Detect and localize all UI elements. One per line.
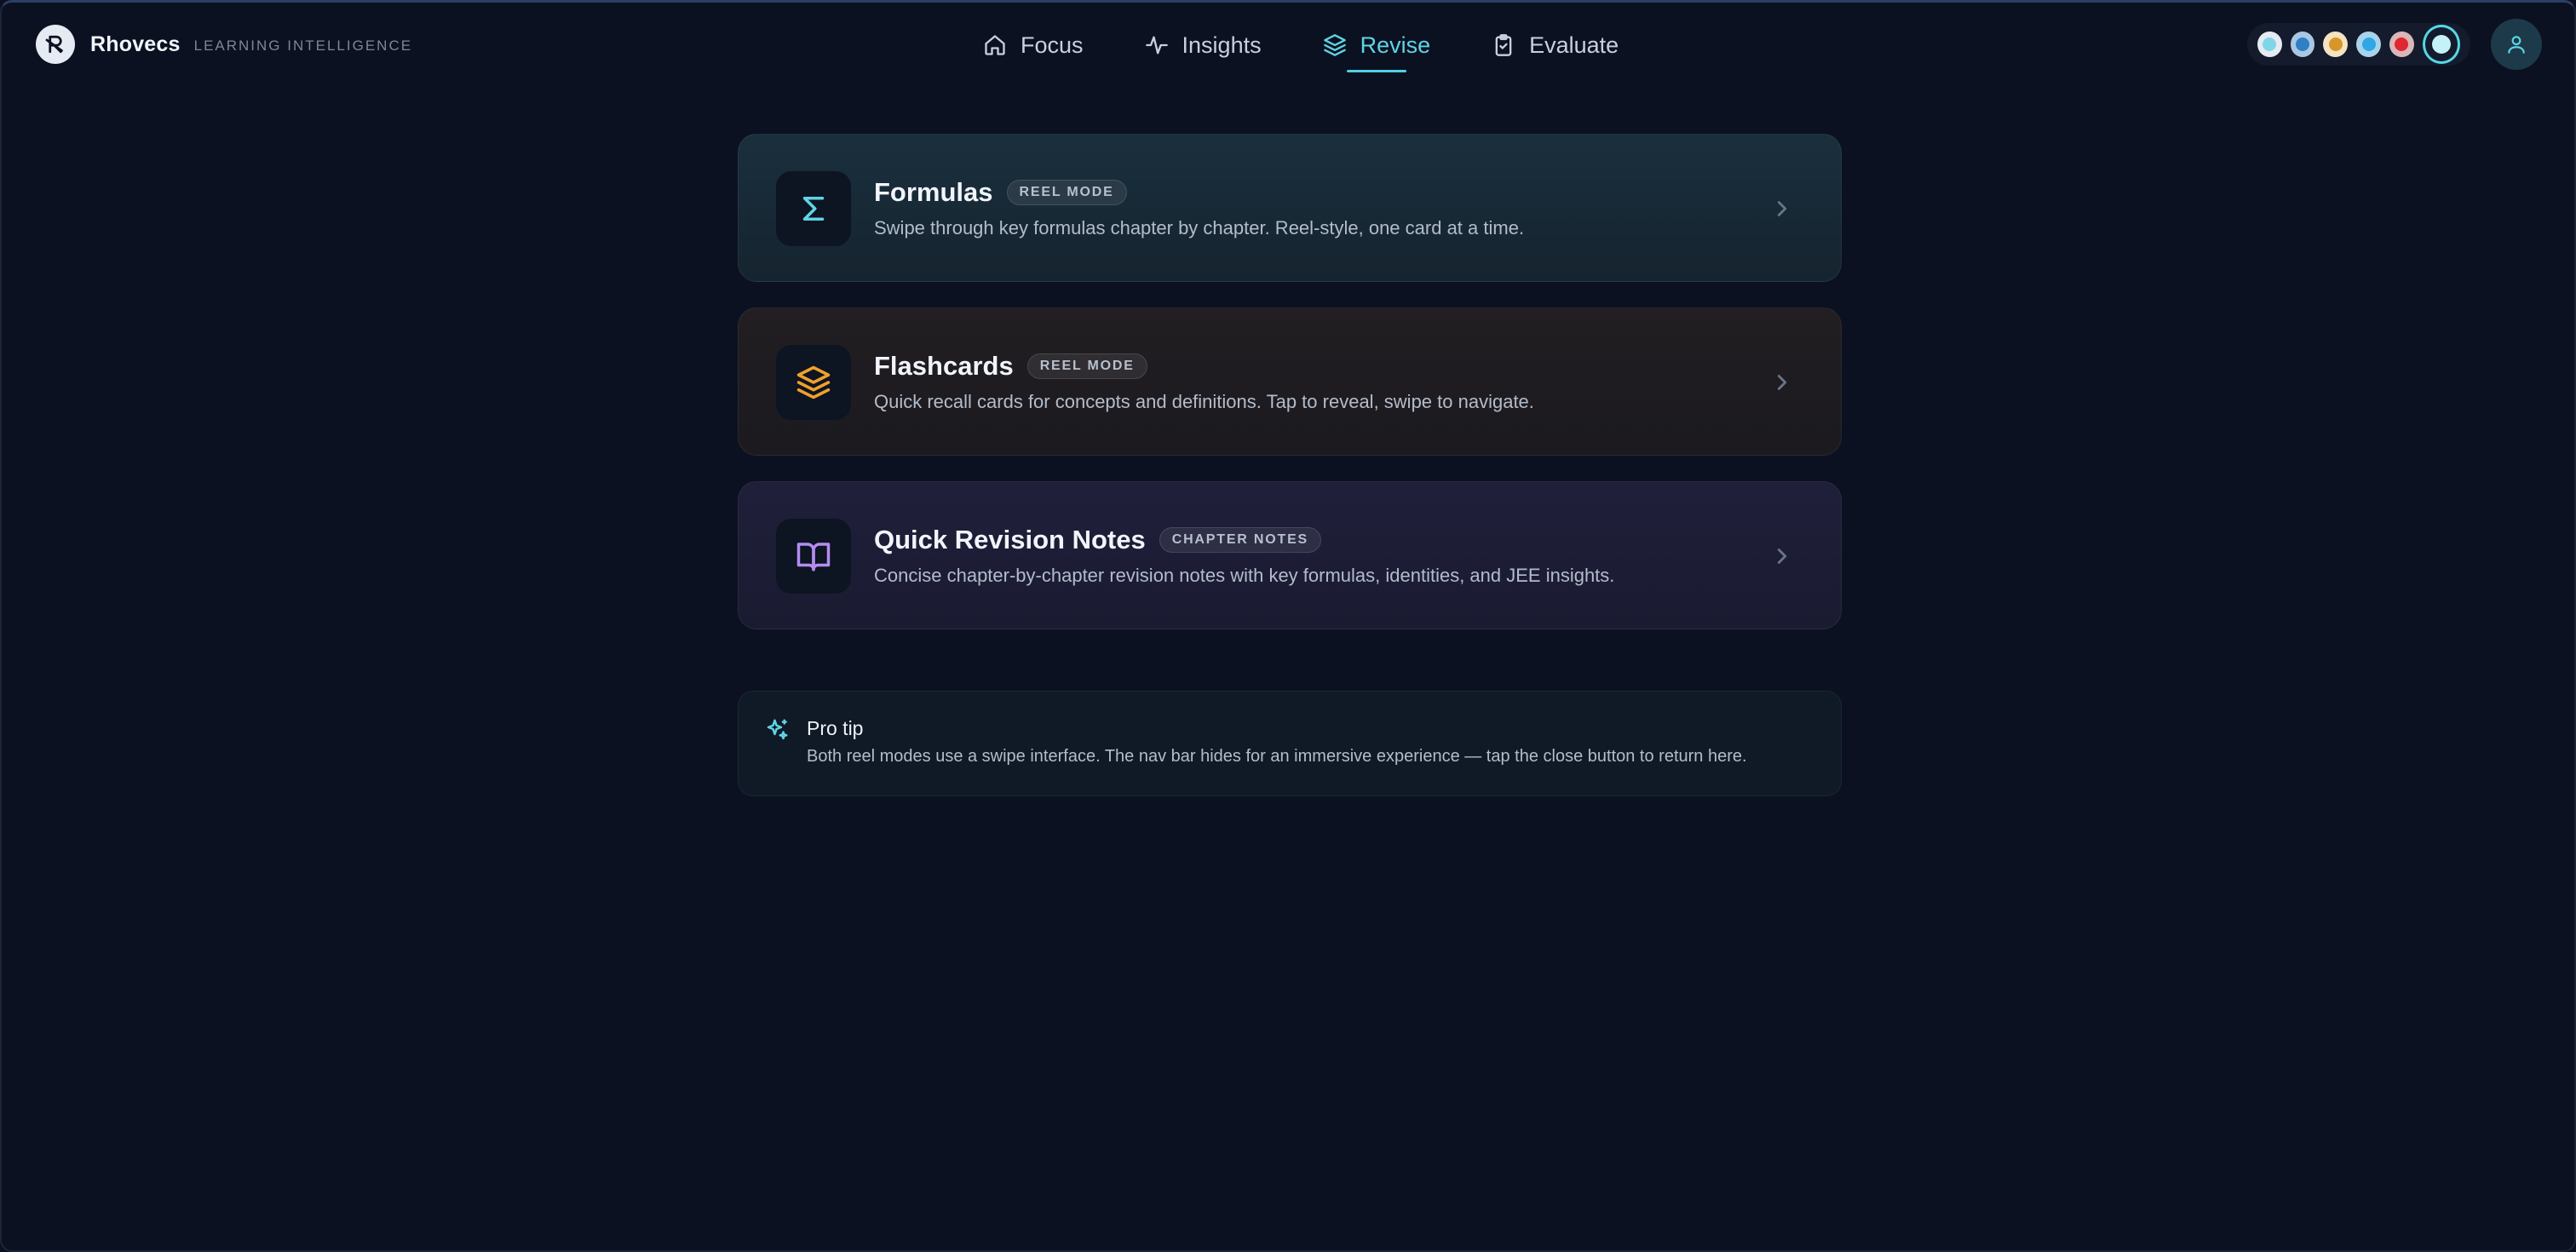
card-quick-revision-notes[interactable]: Quick Revision Notes CHAPTER NOTES Conci… (738, 481, 1842, 629)
app-window: Rhovecs LEARNING INTELLIGENCE Focus Insi… (0, 0, 2576, 1252)
card-description: Swipe through key formulas chapter by ch… (874, 217, 1525, 238)
top-bar: Rhovecs LEARNING INTELLIGENCE Focus Insi… (2, 3, 2574, 88)
pro-tip-text: Both reel modes use a swipe interface. T… (807, 747, 1747, 766)
nav-label-insights: Insights (1182, 32, 1262, 58)
card-description: Quick recall cards for concepts and defi… (874, 391, 1534, 412)
brand-name: Rhovecs (90, 32, 181, 56)
card-flashcards[interactable]: Flashcards REEL MODE Quick recall cards … (738, 307, 1842, 456)
nav-item-evaluate[interactable]: Evaluate (1488, 21, 1622, 69)
user-icon (2508, 36, 2525, 54)
mode-badge: REEL MODE (1026, 353, 1147, 379)
mode-badge: CHAPTER NOTES (1159, 527, 1322, 553)
nav-item-insights[interactable]: Insights (1141, 21, 1265, 69)
chevron-right-icon (1777, 548, 1787, 564)
brand[interactable]: Rhovecs LEARNING INTELLIGENCE (36, 25, 412, 64)
theme-dot-red[interactable] (2389, 32, 2414, 57)
open-book-icon (776, 519, 851, 594)
nav-label-revise: Revise (1360, 32, 1431, 58)
card-title: Flashcards (874, 351, 1014, 381)
card-formulas[interactable]: Formulas REEL MODE Swipe through key for… (738, 134, 1842, 282)
chevron-right-icon (1777, 375, 1787, 390)
pro-tip-title: Pro tip (807, 717, 864, 739)
card-title-row: Quick Revision Notes CHAPTER NOTES (874, 523, 1322, 557)
theme-dot-sky[interactable] (2356, 32, 2381, 57)
pro-tip-panel: Pro tip Both reel modes use a swipe inte… (738, 691, 1842, 796)
sigma-icon (776, 171, 851, 246)
main-nav: Focus Insights Revise Evaluate (980, 21, 1622, 72)
brand-tagline: LEARNING INTELLIGENCE (193, 37, 413, 54)
card-title: Quick Revision Notes (874, 525, 1146, 554)
card-description: Concise chapter-by-chapter revision note… (874, 565, 1615, 586)
chevron-right-icon (1777, 201, 1787, 216)
home-icon (985, 35, 1005, 55)
nav-label-focus: Focus (1021, 32, 1084, 58)
nav-item-focus[interactable]: Focus (980, 21, 1087, 69)
user-avatar-button[interactable] (2491, 19, 2542, 70)
layers-icon (776, 345, 851, 420)
mode-badge: REEL MODE (1006, 180, 1127, 205)
theme-dot-selected[interactable] (2422, 25, 2460, 64)
card-title: Formulas (874, 177, 993, 207)
revise-options: Formulas REEL MODE Swipe through key for… (738, 134, 1842, 655)
nav-item-revise[interactable]: Revise (1320, 21, 1435, 72)
theme-dot-blue[interactable] (2290, 32, 2315, 57)
activity-icon (1145, 36, 1168, 55)
layers-icon (1323, 34, 1346, 56)
theme-switcher (2247, 23, 2470, 66)
nav-label-evaluate: Evaluate (1529, 32, 1619, 58)
sparkles-icon (767, 719, 788, 740)
clipboard-check-icon (1495, 34, 1512, 56)
card-title-row: Formulas REEL MODE (874, 175, 1127, 210)
theme-dot-cyan[interactable] (2257, 32, 2282, 57)
theme-dot-amber[interactable] (2323, 32, 2349, 57)
logo-icon (36, 25, 75, 64)
card-title-row: Flashcards REEL MODE (874, 349, 1147, 383)
